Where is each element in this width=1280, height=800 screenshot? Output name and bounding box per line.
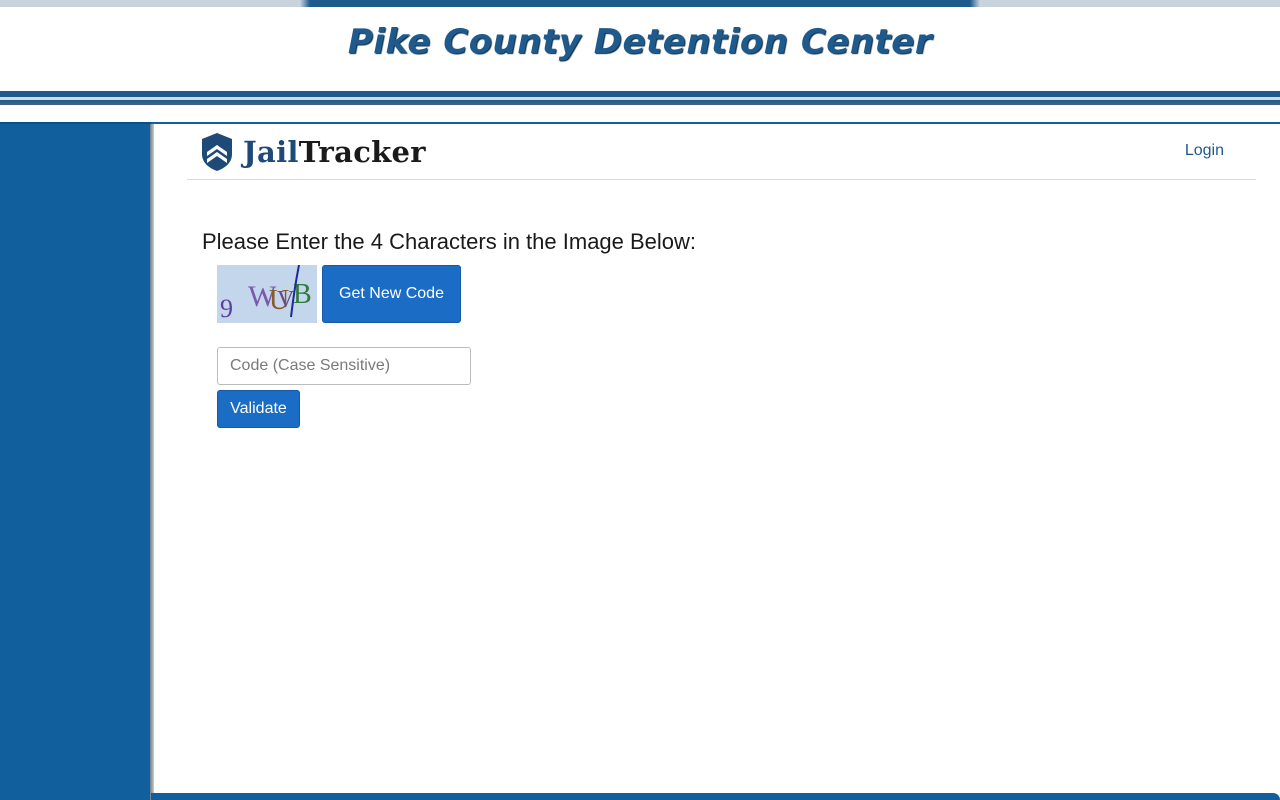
- logo-wordmark-jail: Jail: [243, 135, 299, 169]
- svg-text:9: 9: [220, 294, 233, 323]
- captcha-prompt: Please Enter the 4 Characters in the Ima…: [202, 229, 697, 254]
- shield-icon: [202, 133, 232, 171]
- captcha-image-graphic: 9 W U V B: [217, 264, 317, 323]
- banner-divider: [0, 100, 1280, 105]
- footer-bar: [151, 793, 1280, 800]
- logo-wordmark-tracker: Tracker: [298, 135, 426, 169]
- captcha-image: 9 W U V B: [217, 264, 317, 323]
- validate-button[interactable]: Validate: [217, 390, 300, 428]
- page: Pike County Detention Center JailTracker…: [0, 0, 1280, 800]
- banner-title: Pike County Detention Center: [347, 22, 933, 62]
- sidebar-shadow: [150, 124, 154, 800]
- logo-wordmark: JailTracker: [243, 135, 426, 169]
- jailtracker-logo[interactable]: JailTracker: [201, 130, 426, 174]
- captcha-code-input[interactable]: [217, 347, 471, 385]
- get-new-code-button[interactable]: Get New Code: [322, 265, 461, 323]
- login-link[interactable]: Login: [1185, 142, 1224, 160]
- navbar: JailTracker Login: [187, 124, 1256, 180]
- left-sidebar: [0, 122, 151, 800]
- banner-top-bar: [0, 0, 1280, 7]
- banner: Pike County Detention Center: [0, 0, 1280, 106]
